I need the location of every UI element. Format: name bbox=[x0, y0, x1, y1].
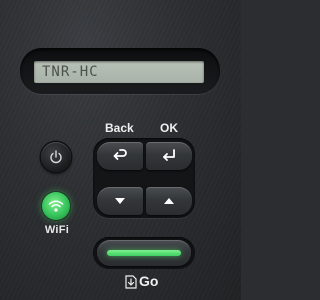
down-button[interactable] bbox=[97, 187, 143, 215]
wifi-icon bbox=[48, 200, 64, 212]
up-button[interactable] bbox=[146, 187, 192, 215]
wifi-label: WiFi bbox=[44, 224, 70, 236]
ok-button[interactable] bbox=[146, 142, 192, 170]
triangle-down-icon bbox=[115, 198, 125, 204]
go-label: Go bbox=[139, 273, 159, 289]
wifi-button[interactable] bbox=[42, 192, 70, 220]
triangle-up-icon bbox=[164, 198, 174, 204]
power-button[interactable] bbox=[41, 142, 71, 172]
ok-label: OK bbox=[160, 121, 178, 135]
enter-arrow-icon bbox=[163, 149, 175, 161]
lcd-text: TNR-HC bbox=[42, 64, 99, 80]
go-led-bar bbox=[107, 250, 181, 256]
document-arrow-icon bbox=[125, 275, 137, 289]
back-label: Back bbox=[105, 121, 134, 135]
back-button[interactable] bbox=[97, 142, 143, 170]
return-arrow-icon bbox=[113, 149, 127, 160]
power-icon bbox=[50, 150, 62, 164]
